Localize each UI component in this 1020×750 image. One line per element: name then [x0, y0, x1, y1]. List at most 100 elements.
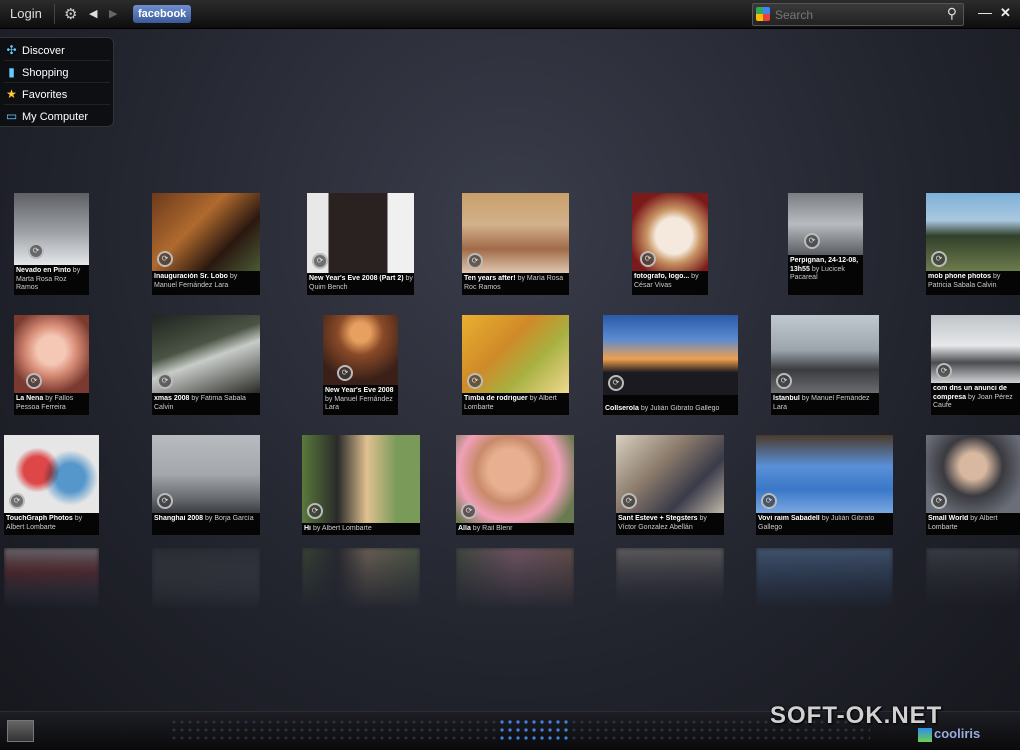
- photo-badge-icon: ⟳: [761, 493, 777, 509]
- monitor-icon: ▭: [5, 109, 18, 123]
- close-icon[interactable]: ✕: [1000, 5, 1011, 21]
- photo-badge-icon: ⟳: [621, 493, 637, 509]
- photo-title: New Year's Eve 2008: [325, 387, 394, 394]
- photo-badge-icon: ⟳: [157, 373, 173, 389]
- discover-icon: ✣: [6, 43, 17, 57]
- photo-tile[interactable]: ⟳ New Year's Eve 2008 (Part 2) by Quim B…: [307, 193, 414, 295]
- photo-title: Hi: [304, 525, 311, 532]
- gear-icon[interactable]: ⚙: [64, 5, 77, 23]
- photo-reflection: [152, 548, 260, 610]
- photo-badge-icon: ⟳: [312, 253, 328, 269]
- timeline-position-indicator[interactable]: [498, 718, 570, 744]
- photo-badge-icon: ⟳: [804, 233, 820, 249]
- photo-author: by Rail Blenr: [472, 525, 513, 532]
- login-button[interactable]: Login: [10, 6, 42, 21]
- minimize-icon[interactable]: —: [978, 4, 992, 20]
- photo-badge-icon: ⟳: [467, 373, 483, 389]
- photo-badge-icon: ⟳: [307, 503, 323, 519]
- photo-badge-icon: ⟳: [467, 253, 483, 269]
- photo-tile[interactable]: ⟳ La Nena by Fallos Pessoa Ferreira: [14, 315, 89, 415]
- photo-tile[interactable]: ⟳ com dns un anunci de compresa by Joan …: [931, 315, 1020, 415]
- photo-title: Sant Esteve + Stegsters: [618, 515, 698, 522]
- menu-item-discover[interactable]: ✣ Discover: [4, 40, 110, 61]
- photo-image: [14, 193, 89, 265]
- photo-reflection: [456, 548, 574, 610]
- photo-tile[interactable]: ⟳ Ten years after! by María Rosa Roc Ram…: [462, 193, 569, 295]
- menu-item-label: Favorites: [22, 89, 68, 101]
- shopping-icon: ▮: [8, 65, 15, 79]
- photo-badge-icon: ⟳: [776, 373, 792, 389]
- top-toolbar: Login ⚙ ◀ ▶ facebook ⚲ — ✕: [0, 0, 1020, 29]
- photo-tile[interactable]: ⟳ Small World by Albert Lombarte: [926, 435, 1020, 535]
- photo-badge-icon: ⟳: [936, 363, 952, 379]
- search-input[interactable]: [773, 5, 942, 24]
- photo-tile[interactable]: ⟳ Shanghai 2008 by Borja García: [152, 435, 260, 535]
- photo-title: New Year's Eve 2008 (Part 2): [309, 275, 404, 282]
- photo-tile[interactable]: ⟳ Alla by Rail Blenr: [456, 435, 574, 535]
- photo-badge-icon: ⟳: [28, 243, 44, 259]
- photo-title: Collserola: [605, 405, 639, 412]
- photo-tile[interactable]: ⟳ Nevado en Pinto by Marta Rosa Roz Ramo…: [14, 193, 89, 295]
- photo-title: fotografo, logo...: [634, 273, 690, 280]
- photo-reflection: [926, 548, 1020, 610]
- photo-badge-icon: ⟳: [337, 365, 353, 381]
- photo-tile[interactable]: ⟳ Perpignan, 24-12-08, 13h55 by Lucicek …: [788, 193, 863, 295]
- photo-tile[interactable]: ⟳ Inauguración Sr. Lobo by Manuel Fernán…: [152, 193, 260, 295]
- forward-arrow-icon[interactable]: ▶: [109, 7, 117, 20]
- star-icon: ★: [6, 87, 17, 101]
- photo-title: Istanbul: [773, 395, 800, 402]
- back-arrow-icon[interactable]: ◀: [89, 7, 97, 20]
- photo-title: Alla: [458, 525, 471, 532]
- photo-title: Timba de rodriguer: [464, 395, 528, 402]
- photo-tile[interactable]: ⟳ Vovi raim Sabadell by Julián Gibrato G…: [756, 435, 893, 535]
- photo-title: La Nena: [16, 395, 44, 402]
- photo-tile[interactable]: ⟳ fotografo, logo... by César Vivas: [632, 193, 708, 295]
- photo-tile[interactable]: ⟳ Hi by Albert Lombarte: [302, 435, 420, 535]
- toolbar-divider: [54, 4, 55, 24]
- menu-item-my-computer[interactable]: ▭ My Computer: [4, 106, 110, 126]
- photo-badge-icon: ⟳: [157, 251, 173, 267]
- photo-tile[interactable]: ⟳ Collserola by Julián Gibrato Gallego: [603, 315, 738, 415]
- facebook-source-tab[interactable]: facebook: [133, 5, 192, 23]
- photo-badge-icon: ⟳: [157, 493, 173, 509]
- photo-badge-icon: ⟳: [26, 373, 42, 389]
- photo-title: xmas 2008: [154, 395, 190, 402]
- photo-badge-icon: ⟳: [461, 503, 477, 519]
- photo-badge-icon: ⟳: [9, 493, 25, 509]
- photo-tile[interactable]: ⟳ New Year's Eve 2008 by Manuel Fernánde…: [323, 315, 398, 415]
- photo-author: by Julián Gibrato Gallego: [640, 405, 720, 412]
- photo-title: mob phone photos: [928, 273, 991, 280]
- side-menu: ✣ Discover ▮ Shopping ★ Favorites ▭ My Compu…: [0, 37, 114, 127]
- menu-item-label: My Computer: [22, 111, 89, 123]
- menu-item-label: Shopping: [22, 67, 69, 79]
- photo-tile[interactable]: ⟳ Timba de rodriguer by Albert Lombarte: [462, 315, 569, 415]
- menu-item-label: Discover: [22, 45, 65, 57]
- menu-item-favorites[interactable]: ★ Favorites: [4, 84, 110, 105]
- photo-title: Nevado en Pinto: [16, 267, 71, 274]
- photo-title: TouchGraph Photos: [6, 515, 73, 522]
- photo-badge-icon: ⟳: [931, 493, 947, 509]
- photo-tile[interactable]: ⟳ Sant Esteve + Stegsters by Víctor Gonz…: [616, 435, 724, 535]
- photo-tile[interactable]: ⟳ Istanbul by Manuel Fernández Lara: [771, 315, 879, 415]
- google-logo-icon[interactable]: [756, 7, 770, 21]
- photo-reflection: [302, 548, 420, 610]
- photo-title: Vovi raim Sabadell: [758, 515, 820, 522]
- cooliris-logo-icon: [918, 728, 932, 742]
- photo-title: Inauguración Sr. Lobo: [154, 273, 228, 280]
- photo-tile[interactable]: ⟳ TouchGraph Photos by Albert Lombarte: [4, 435, 99, 535]
- photo-badge-icon: ⟳: [608, 375, 624, 391]
- photo-tile[interactable]: ⟳ mob phone photos by Patricia Sabala Ca…: [926, 193, 1020, 295]
- watermark: SOFT-OK.NET: [770, 702, 943, 729]
- mail-thumbnail-icon[interactable]: [7, 720, 34, 742]
- photo-author: by Borja García: [204, 515, 254, 522]
- photo-reflection: [4, 548, 99, 610]
- photo-badge-icon: ⟳: [640, 251, 656, 267]
- search-icon[interactable]: ⚲: [947, 5, 957, 22]
- photo-reflection: [616, 548, 724, 610]
- photo-image: [323, 315, 398, 385]
- photo-reflection: [756, 548, 893, 610]
- photo-tile[interactable]: ⟳ xmas 2008 by Fatima Sabala Calvin: [152, 315, 260, 415]
- photo-title: Shanghai 2008: [154, 515, 204, 522]
- menu-item-shopping[interactable]: ▮ Shopping: [4, 62, 110, 83]
- search-box: ⚲: [752, 3, 964, 26]
